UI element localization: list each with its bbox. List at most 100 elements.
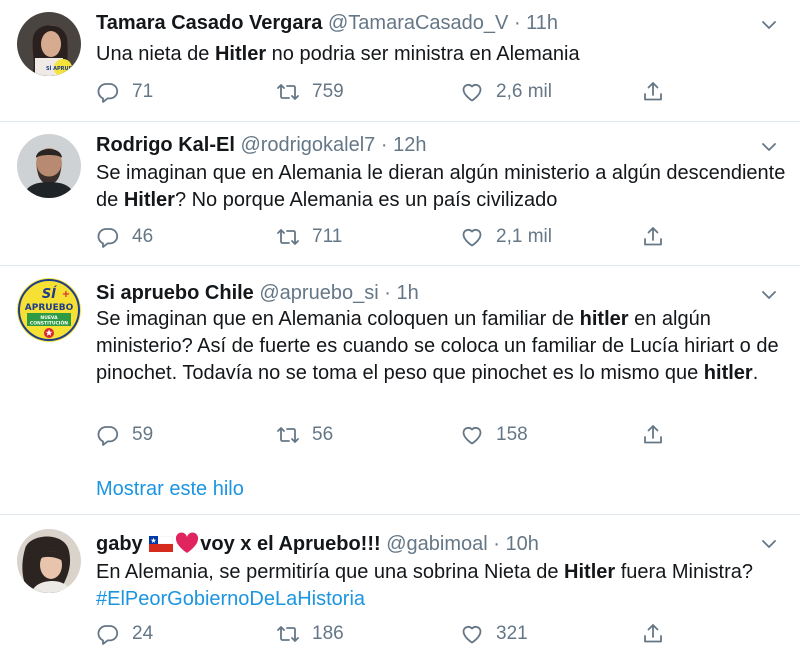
reply-icon bbox=[96, 423, 120, 447]
share-button[interactable] bbox=[641, 423, 677, 447]
author-handle[interactable]: @apruebo_si bbox=[259, 282, 378, 304]
chevron-down-icon[interactable] bbox=[760, 138, 778, 156]
chevron-down-icon[interactable] bbox=[760, 286, 778, 304]
avatar-constitucion-text: CONSTITUCIÓN bbox=[30, 320, 68, 327]
like-count: 321 bbox=[496, 623, 528, 644]
highlighted-keyword: hitler bbox=[579, 308, 629, 330]
text-segment: no podria ser ministra en Alemania bbox=[266, 43, 580, 65]
tweet-text: Se imaginan que en Alemania le dieran al… bbox=[96, 160, 786, 214]
avatar[interactable]: SÍ APRUEBO bbox=[17, 12, 81, 76]
retweet-count: 186 bbox=[312, 623, 344, 644]
like-button[interactable]: 2,6 mil bbox=[460, 80, 552, 104]
tweet-actions: 59 56 158 bbox=[96, 423, 696, 451]
author-name-part[interactable]: voy x el Apruebo!!! bbox=[200, 533, 380, 555]
avatar-badge-text: SÍ APRUEBO bbox=[46, 64, 80, 72]
avatar-apruebo-text: APRUEBO bbox=[25, 303, 74, 313]
share-icon bbox=[641, 80, 665, 104]
tweet-2[interactable]: Rodrigo Kal-El @rodrigokalel7 · 12h Se i… bbox=[0, 122, 800, 265]
avatar[interactable] bbox=[17, 529, 81, 593]
reply-button[interactable]: 46 bbox=[96, 225, 153, 249]
text-segment: . bbox=[752, 362, 759, 384]
share-button[interactable] bbox=[641, 225, 677, 249]
retweet-count: 56 bbox=[312, 424, 334, 445]
avatar[interactable]: SÍ APRUEBO NUEVA CONSTITUCIÓN + bbox=[17, 278, 81, 342]
avatar-si-text: SÍ bbox=[42, 286, 57, 302]
reply-count: 46 bbox=[132, 226, 154, 247]
retweet-button[interactable]: 186 bbox=[276, 622, 344, 646]
tweet-actions: 24 186 321 bbox=[96, 622, 696, 650]
like-count: 158 bbox=[496, 424, 528, 445]
retweet-count: 759 bbox=[312, 81, 344, 102]
avatar-nueva-text: NUEVA bbox=[40, 315, 58, 321]
tweet-header: gaby voy x el Apruebo!!! @gabimoal · 10h bbox=[96, 531, 539, 557]
timestamp[interactable]: 12h bbox=[393, 134, 426, 156]
timestamp[interactable]: 10h bbox=[505, 533, 538, 555]
tweet-text: Una nieta de Hitler no podria ser minist… bbox=[96, 41, 786, 68]
show-thread-link[interactable]: Mostrar este hilo bbox=[96, 478, 244, 501]
highlighted-keyword: Hitler bbox=[123, 189, 175, 211]
reply-count: 24 bbox=[132, 623, 154, 644]
reply-count: 71 bbox=[132, 81, 154, 102]
separator-dot: · bbox=[380, 134, 388, 156]
tweet-text: Se imaginan que en Alemania coloquen un … bbox=[96, 306, 786, 387]
like-button[interactable]: 2,1 mil bbox=[460, 225, 552, 249]
separator-dot: · bbox=[513, 12, 521, 34]
like-icon bbox=[460, 80, 484, 104]
share-icon bbox=[641, 423, 665, 447]
author-name[interactable]: Rodrigo Kal-El bbox=[96, 134, 235, 156]
tweet-4[interactable]: gaby voy x el Apruebo!!! @gabimoal · 10h… bbox=[0, 515, 800, 662]
hashtag-link[interactable]: #ElPeorGobiernoDeLaHistoria bbox=[96, 588, 365, 610]
like-icon bbox=[460, 225, 484, 249]
tweet-1[interactable]: SÍ APRUEBO Tamara Casado Vergara @Tamara… bbox=[0, 0, 800, 121]
highlighted-keyword: Hitler bbox=[214, 43, 267, 65]
reply-button[interactable]: 24 bbox=[96, 622, 153, 646]
text-segment: Se imaginan que en Alemania coloquen un … bbox=[96, 308, 580, 330]
retweet-icon bbox=[276, 622, 300, 646]
retweet-icon bbox=[276, 423, 300, 447]
author-name[interactable]: Tamara Casado Vergara bbox=[96, 12, 322, 34]
like-button[interactable]: 321 bbox=[460, 622, 528, 646]
retweet-icon bbox=[276, 80, 300, 104]
reply-button[interactable]: 71 bbox=[96, 80, 153, 104]
author-handle[interactable]: @rodrigokalel7 bbox=[240, 134, 375, 156]
retweet-count: 711 bbox=[312, 226, 343, 247]
share-icon bbox=[641, 225, 665, 249]
text-segment: ? No porque Alemania es un país civiliza… bbox=[174, 189, 558, 211]
tweet-header: Si apruebo Chile @apruebo_si · 1h bbox=[96, 280, 419, 306]
tweet-text: En Alemania, se permitiría que una sobri… bbox=[96, 559, 786, 613]
like-count: 2,1 mil bbox=[496, 226, 552, 247]
red-heart-icon bbox=[176, 532, 199, 553]
highlighted-keyword: hitler bbox=[703, 362, 753, 384]
reply-icon bbox=[96, 80, 120, 104]
timestamp[interactable]: 11h bbox=[526, 12, 558, 34]
tweet-header: Tamara Casado Vergara @TamaraCasado_V · … bbox=[96, 10, 558, 36]
author-handle[interactable]: @TamaraCasado_V bbox=[328, 12, 508, 34]
tweet-header: Rodrigo Kal-El @rodrigokalel7 · 12h bbox=[96, 132, 426, 158]
reply-count: 59 bbox=[132, 424, 154, 445]
highlighted-keyword: Hitler bbox=[564, 561, 616, 583]
chile-flag-icon bbox=[149, 536, 174, 552]
author-name-part[interactable]: gaby bbox=[96, 533, 148, 555]
like-icon bbox=[460, 423, 484, 447]
author-handle[interactable]: @gabimoal bbox=[386, 533, 487, 555]
author-name[interactable]: Si apruebo Chile bbox=[96, 282, 254, 304]
reply-icon bbox=[96, 225, 120, 249]
share-button[interactable] bbox=[641, 622, 677, 646]
avatar[interactable] bbox=[17, 134, 81, 198]
like-count: 2,6 mil bbox=[496, 81, 552, 102]
chevron-down-icon[interactable] bbox=[760, 16, 778, 34]
tweet-actions: 71 759 2,6 mil bbox=[96, 80, 696, 108]
retweet-button[interactable]: 56 bbox=[276, 423, 333, 447]
reply-button[interactable]: 59 bbox=[96, 423, 153, 447]
like-button[interactable]: 158 bbox=[460, 423, 528, 447]
retweet-button[interactable]: 711 bbox=[276, 225, 342, 249]
timestamp[interactable]: 1h bbox=[396, 282, 418, 304]
chevron-down-icon[interactable] bbox=[760, 535, 778, 553]
tweet-3[interactable]: SÍ APRUEBO NUEVA CONSTITUCIÓN + Si aprue… bbox=[0, 266, 800, 514]
retweet-button[interactable]: 759 bbox=[276, 80, 344, 104]
separator-dot: · bbox=[384, 282, 391, 304]
text-segment: Una nieta de bbox=[96, 43, 215, 65]
share-button[interactable] bbox=[641, 80, 677, 104]
tweet-actions: 46 711 2,1 mil bbox=[96, 225, 696, 253]
separator-dot: · bbox=[493, 533, 500, 555]
